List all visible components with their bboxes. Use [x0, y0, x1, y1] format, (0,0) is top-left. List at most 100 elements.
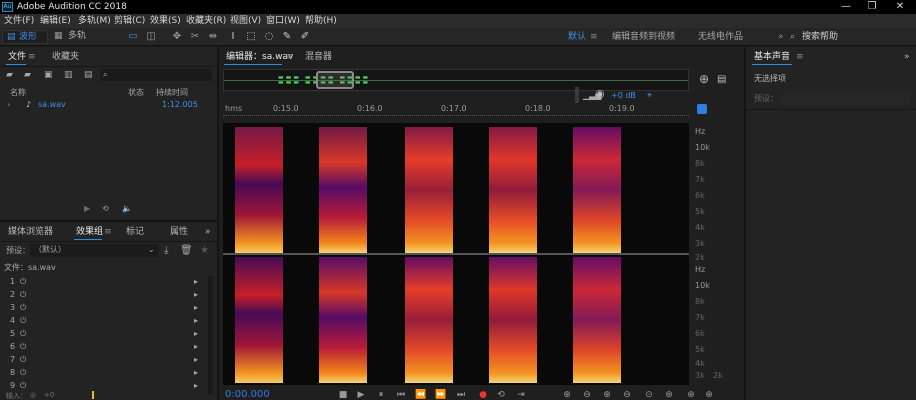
panel-overflow-icon[interactable]: »: [904, 51, 910, 63]
tab-media-browser[interactable]: 媒体浏览器: [8, 226, 53, 238]
power-icon[interactable]: ⏻: [20, 341, 26, 353]
tab-markers[interactable]: 标记: [126, 226, 144, 238]
go-to-end-icon[interactable]: ⏭: [454, 390, 468, 400]
minimize-button[interactable]: —: [832, 0, 860, 14]
essential-preset-dropdown[interactable]: [780, 92, 910, 105]
list-item[interactable]: 6 ⏻ ▸: [0, 341, 208, 353]
zoom-window-handle[interactable]: [316, 71, 354, 89]
time-display[interactable]: 0:00.000: [225, 390, 270, 400]
go-to-start-icon[interactable]: ⏮: [394, 390, 408, 400]
workspace-menu-icon[interactable]: ≡: [590, 31, 598, 43]
input-knob-icon[interactable]: ◎: [30, 391, 36, 399]
skip-selection-icon[interactable]: ⇥: [514, 390, 528, 400]
delete-preset-icon[interactable]: 🗑: [180, 245, 193, 257]
panel-separator[interactable]: [0, 220, 217, 222]
razor-tool-icon[interactable]: ✂: [188, 31, 202, 43]
tab-editor-menu-icon[interactable]: ≡: [285, 51, 293, 63]
files-search-input[interactable]: ⌕: [100, 69, 212, 81]
stop-icon[interactable]: ■: [336, 390, 350, 400]
power-icon[interactable]: ⏻: [20, 315, 26, 327]
marquee-select-icon[interactable]: ⬚: [244, 31, 258, 43]
slot-arrow-icon[interactable]: ▸: [194, 328, 198, 340]
zoom-in-amplitude-icon[interactable]: ⊕: [560, 390, 574, 400]
slot-arrow-icon[interactable]: ▸: [194, 289, 198, 301]
insert-file-icon[interactable]: ▤: [84, 69, 93, 81]
preview-volume-icon[interactable]: 🔈: [122, 203, 132, 215]
volume-value[interactable]: +0 dB: [611, 90, 636, 102]
column-name[interactable]: 名称: [10, 87, 26, 99]
list-item[interactable]: 3 ⏻ ▸: [0, 302, 208, 314]
expand-arrow-icon[interactable]: ›: [7, 99, 10, 111]
lasso-select-icon[interactable]: ◌: [262, 31, 276, 43]
power-icon[interactable]: ⏻: [20, 289, 26, 301]
play-icon[interactable]: ▶: [354, 390, 368, 400]
list-item[interactable]: 8 ⏻ ▸: [0, 367, 208, 379]
level-meter-slider[interactable]: [575, 87, 579, 103]
close-button[interactable]: ✕: [886, 0, 914, 14]
power-icon[interactable]: ⏻: [20, 302, 26, 314]
move-tool-icon[interactable]: ✥: [170, 31, 184, 43]
overview-navigator[interactable]: ▬▬▬ ▬▬▬▬ ▬▬▬▬ ▬▬▬ ▬▬▬▬ ▬▬▬▬: [223, 69, 689, 91]
zoom-navigator-icon[interactable]: ⊕: [699, 73, 709, 85]
essential-sound-title[interactable]: 基本声音: [754, 51, 790, 63]
slip-tool-icon[interactable]: ⇹: [206, 31, 220, 43]
record-icon[interactable]: ●: [476, 390, 490, 400]
list-item[interactable]: › ♪ sa.wav 1:12.005: [0, 99, 217, 111]
menu-window[interactable]: 窗口(W): [266, 14, 300, 28]
menu-multitrack[interactable]: 多轨(M): [78, 14, 111, 28]
power-icon[interactable]: ⏻: [20, 328, 26, 340]
tab-editor[interactable]: 编辑器：sa.wav: [226, 51, 293, 63]
save-preset-icon[interactable]: ⤓: [164, 245, 168, 257]
column-state[interactable]: 状态: [128, 87, 144, 99]
menu-file[interactable]: 文件(F): [4, 14, 34, 28]
slot-arrow-icon[interactable]: ▸: [194, 380, 198, 392]
list-item[interactable]: 1 ⏻ ▸: [0, 276, 208, 288]
panel-overflow-icon[interactable]: »: [205, 226, 211, 238]
pause-icon[interactable]: ⏸: [374, 390, 388, 400]
maximize-button[interactable]: ❐: [858, 0, 886, 14]
power-icon[interactable]: ⏻: [20, 276, 26, 288]
zoom-in-time-icon[interactable]: ⊕: [600, 390, 614, 400]
slot-arrow-icon[interactable]: ▸: [194, 367, 198, 379]
tab-properties[interactable]: 属性: [170, 226, 188, 238]
slot-arrow-icon[interactable]: ▸: [194, 315, 198, 327]
tab-files-menu-icon[interactable]: ≡: [28, 51, 36, 63]
rewind-icon[interactable]: ⏪: [414, 390, 428, 400]
zoom-out-amplitude-icon[interactable]: ⊖: [580, 390, 594, 400]
menu-edit[interactable]: 编辑(E): [40, 14, 71, 28]
spectral-frequency-display[interactable]: [223, 123, 689, 385]
time-selection-icon[interactable]: I: [226, 31, 240, 43]
list-item[interactable]: 5 ⏻ ▸: [0, 328, 208, 340]
zoom-full-icon[interactable]: ⊙: [642, 390, 656, 400]
slot-arrow-icon[interactable]: ▸: [194, 276, 198, 288]
loop-icon[interactable]: ⟲: [494, 390, 508, 400]
waveform-view-button[interactable]: ▤ 波形: [2, 30, 48, 44]
pin-icon[interactable]: ⌖: [647, 90, 652, 102]
snap-magnet-icon[interactable]: [697, 104, 707, 114]
tab-mixer[interactable]: 混音器: [305, 51, 332, 63]
spot-healing-icon[interactable]: ✐: [298, 31, 312, 43]
favorite-star-icon[interactable]: ★: [200, 245, 209, 257]
open-folder-icon[interactable]: ▰: [6, 69, 13, 81]
menu-clip[interactable]: 剪辑(C): [114, 14, 145, 28]
workspace-radio[interactable]: 无线电作品: [698, 31, 743, 43]
panel-separator[interactable]: [744, 47, 746, 400]
search-help-field[interactable]: ⌕ 搜索帮助: [788, 31, 914, 44]
fast-forward-icon[interactable]: ⏩: [434, 390, 448, 400]
more-workspaces-icon[interactable]: »: [778, 31, 784, 43]
menu-view[interactable]: 视图(V): [230, 14, 261, 28]
menu-help[interactable]: 帮助(H): [305, 14, 337, 28]
tab-effects-rack[interactable]: 效果组: [76, 226, 103, 238]
power-icon[interactable]: ⏻: [20, 354, 26, 366]
panel-options-icon[interactable]: ▤: [717, 74, 726, 86]
list-item[interactable]: 2 ⏻ ▸: [0, 289, 208, 301]
essential-sound-menu-icon[interactable]: ≡: [796, 51, 804, 63]
waveform-display-icon[interactable]: ◫: [144, 31, 158, 43]
brush-select-icon[interactable]: ✎: [280, 31, 294, 43]
menu-effects[interactable]: 效果(S): [150, 14, 181, 28]
list-item[interactable]: 7 ⏻ ▸: [0, 354, 208, 366]
preview-play-icon[interactable]: ▶: [84, 203, 90, 215]
delete-file-icon[interactable]: ▥: [64, 69, 73, 81]
tab-favorites[interactable]: 收藏夹: [52, 51, 79, 63]
time-ruler[interactable]: hms 0:15.0 0:16.0 0:17.0 0:18.0 0:19.0: [223, 103, 689, 117]
